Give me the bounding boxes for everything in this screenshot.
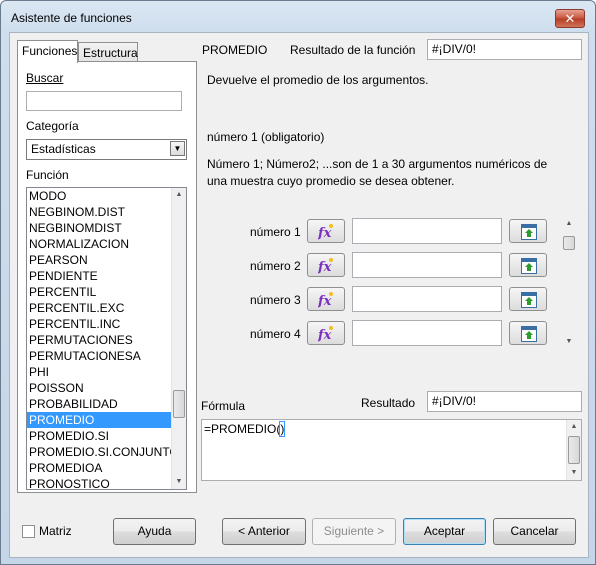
svg-text:fx: fx [318, 260, 332, 274]
category-value: Estadísticas [31, 142, 96, 156]
category-label: Categoría [26, 119, 79, 133]
argument-input-2[interactable] [352, 252, 502, 278]
category-select[interactable]: Estadísticas ▼ [26, 139, 187, 160]
help-button[interactable]: Ayuda [113, 518, 196, 545]
formula-scrollbar[interactable]: ▲ ▼ [566, 420, 581, 480]
function-list-item[interactable]: PENDIENTE [27, 268, 186, 284]
formula-label: Fórmula [201, 399, 246, 413]
formula-text-selected: ) [279, 421, 286, 437]
argument-label-1: número 1 [250, 225, 301, 239]
shrink-button-3[interactable] [509, 287, 547, 311]
next-button[interactable]: Siguiente > [312, 518, 396, 545]
shrink-icon [521, 292, 537, 308]
function-list-item[interactable]: NEGBINOMDIST [27, 220, 186, 236]
argument-input-4[interactable] [352, 320, 502, 346]
cancel-button[interactable]: Cancelar [493, 518, 576, 545]
search-label-text: Buscar [26, 71, 64, 85]
function-list-item[interactable]: PERCENTIL.EXC [27, 300, 186, 316]
formula-editor[interactable]: =PROMEDIO() ▲ ▼ [201, 419, 582, 481]
title-bar[interactable]: Asistente de funciones ✕ [1, 1, 595, 35]
function-list-scrollbar[interactable]: ▲ ▼ [171, 188, 186, 489]
scroll-down-icon[interactable]: ▼ [564, 337, 574, 347]
argument-label-3: número 3 [250, 293, 301, 307]
ok-button[interactable]: Aceptar [403, 518, 486, 545]
svg-text:fx: fx [318, 226, 332, 240]
function-list-item[interactable]: POISSON [27, 380, 186, 396]
function-wizard-button-4[interactable]: fx [307, 321, 345, 345]
formula-text: =PROMEDIO() [204, 421, 286, 437]
function-label: Función [26, 168, 69, 182]
function-result-label: Resultado de la función [290, 43, 416, 57]
back-button[interactable]: < Anterior [222, 518, 306, 545]
function-result-value: #¡DIV/0! [427, 39, 582, 60]
function-list-item[interactable]: PROMEDIO [27, 412, 186, 428]
formula-result-label: Resultado [361, 396, 416, 410]
argument-description: Número 1; Número2; ...son de 1 a 30 argu… [207, 157, 548, 188]
arguments-scrollbar[interactable]: ▲ ▼ [562, 219, 576, 347]
function-list-item[interactable]: PROMEDIOA [27, 460, 186, 476]
shrink-icon [521, 258, 537, 274]
fx-icon: fx [318, 292, 333, 308]
fx-icon: fx [318, 258, 333, 274]
function-wizard-button-3[interactable]: fx [307, 287, 345, 311]
search-label: Buscar [26, 71, 63, 85]
argument-label-4: número 4 [250, 327, 301, 341]
function-list-item[interactable]: NORMALIZACION [27, 236, 186, 252]
scroll-up-icon[interactable]: ▲ [564, 219, 574, 229]
scroll-thumb[interactable] [173, 390, 185, 418]
function-list-item[interactable]: PRONOSTICO [27, 476, 186, 489]
function-wizard-button-2[interactable]: fx [307, 253, 345, 277]
function-list-item[interactable]: PHI [27, 364, 186, 380]
scroll-up-icon[interactable]: ▲ [569, 422, 579, 432]
formula-text-before: =PROMEDIO( [204, 422, 281, 436]
shrink-button-2[interactable] [509, 253, 547, 277]
argument-input-3[interactable] [352, 286, 502, 312]
dialog-client-area: Funciones Estructura Buscar Categoría Es… [9, 32, 589, 558]
matrix-label: Matriz [39, 524, 72, 538]
function-wizard-button-1[interactable]: fx [307, 219, 345, 243]
function-list-item[interactable]: PERCENTIL [27, 284, 186, 300]
scroll-up-icon[interactable]: ▲ [174, 190, 184, 200]
shrink-button-4[interactable] [509, 321, 547, 345]
scroll-thumb[interactable] [568, 436, 580, 464]
argument-input-1[interactable] [352, 218, 502, 244]
svg-text:fx: fx [318, 294, 332, 308]
scroll-down-icon[interactable]: ▼ [174, 477, 184, 487]
shrink-icon [521, 326, 537, 342]
function-list-item[interactable]: PEARSON [27, 252, 186, 268]
function-list-item[interactable]: PERMUTACIONESA [27, 348, 186, 364]
scroll-thumb[interactable] [563, 236, 575, 250]
svg-text:fx: fx [318, 328, 332, 342]
scroll-down-icon[interactable]: ▼ [569, 468, 579, 478]
tab-funciones[interactable]: Funciones [17, 40, 78, 63]
function-name: PROMEDIO [202, 43, 268, 57]
argument-title: número 1 (obligatorio) [207, 130, 325, 144]
function-list-items: MODO NEGBINOM.DIST NEGBINOMDIST NORMALIZACI… [27, 188, 186, 489]
tab-estructura[interactable]: Estructura [78, 42, 138, 63]
matrix-checkbox[interactable] [22, 525, 35, 538]
function-list-item[interactable]: MODO [27, 188, 186, 204]
function-list-item[interactable]: PROMEDIO.SI [27, 428, 186, 444]
function-list-item[interactable]: PROBABILIDAD [27, 396, 186, 412]
shrink-button-1[interactable] [509, 219, 547, 243]
function-listbox[interactable]: MODO NEGBINOM.DIST NEGBINOMDIST NORMALIZACI… [26, 187, 187, 490]
function-description: Devuelve el promedio de los argumentos. [207, 73, 429, 87]
window-title: Asistente de funciones [11, 11, 132, 25]
fx-icon: fx [318, 224, 333, 240]
function-list-item[interactable]: PERMUTACIONES [27, 332, 186, 348]
function-list-item[interactable]: PROMEDIO.SI.CONJUNTO [27, 444, 186, 460]
formula-result-value: #¡DIV/0! [427, 391, 582, 412]
close-button[interactable]: ✕ [555, 9, 585, 28]
search-input[interactable] [26, 91, 182, 111]
argument-label-2: número 2 [250, 259, 301, 273]
shrink-icon [521, 224, 537, 240]
chevron-down-icon[interactable]: ▼ [170, 141, 185, 156]
function-list-item[interactable]: PERCENTIL.INC [27, 316, 186, 332]
function-list-item[interactable]: NEGBINOM.DIST [27, 204, 186, 220]
fx-icon: fx [318, 326, 333, 342]
function-wizard-window: Asistente de funciones ✕ Funciones Estru… [0, 0, 596, 565]
